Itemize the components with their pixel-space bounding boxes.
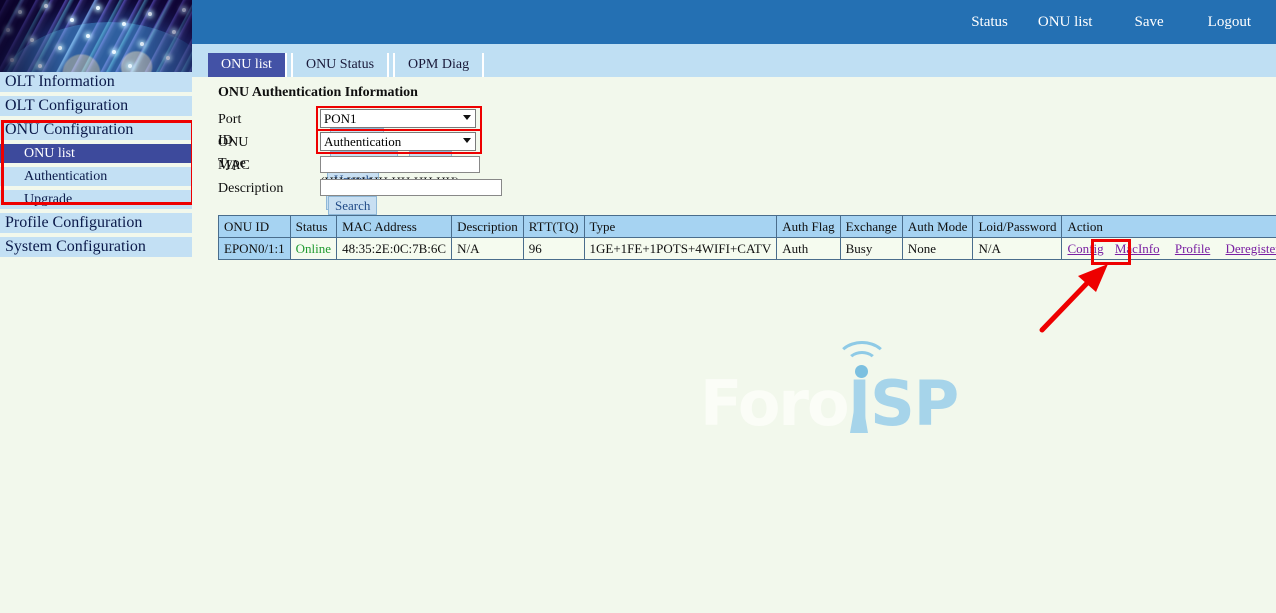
- col-description: Description: [452, 216, 524, 238]
- sidebar-item-olt-information[interactable]: OLT Information: [0, 72, 192, 92]
- wifi-arc-outer-icon: [835, 341, 889, 385]
- sidebar-item-upgrade[interactable]: Upgrade: [0, 190, 192, 209]
- action-config[interactable]: Config: [1067, 241, 1103, 256]
- top-nav: Status ONU list Save Logout: [971, 11, 1276, 33]
- tower-dot-icon: [855, 365, 868, 378]
- onu-type-select[interactable]: Authentication: [320, 132, 476, 151]
- col-exchange: Exchange: [840, 216, 902, 238]
- col-type: Type: [584, 216, 777, 238]
- app-window: Status ONU list Save Logout OLT Informat…: [0, 0, 1276, 613]
- col-status: Status: [290, 216, 336, 238]
- watermark-text-isp: ISP: [848, 367, 958, 440]
- banner-vignette: [0, 0, 192, 72]
- topnav-logout[interactable]: Logout: [1208, 11, 1251, 33]
- tower-shape-icon: [850, 381, 868, 433]
- onu-table-head: ONU ID Status MAC Address Description RT…: [219, 216, 1276, 238]
- col-onu-id: ONU ID: [219, 216, 291, 238]
- tab-onu-list[interactable]: ONU list: [206, 53, 287, 77]
- col-rtt: RTT(TQ): [523, 216, 584, 238]
- col-auth-flag: Auth Flag: [777, 216, 840, 238]
- mac-label: MAC: [218, 155, 250, 176]
- cell-loid-password: N/A: [973, 238, 1062, 260]
- tab-onu-status[interactable]: ONU Status: [291, 53, 389, 77]
- annotation-arrow: [1030, 258, 1120, 338]
- sidebar-nav: OLT Information OLT Configuration ONU Co…: [0, 72, 192, 261]
- page-title: ONU Authentication Information: [218, 85, 418, 101]
- col-mac-address: MAC Address: [337, 216, 452, 238]
- topnav-status[interactable]: Status: [971, 11, 1008, 33]
- table-header-row: ONU ID Status MAC Address Description RT…: [219, 216, 1276, 238]
- mac-input[interactable]: [320, 156, 480, 173]
- cell-auth-mode: None: [902, 238, 973, 260]
- cell-mac-address: 48:35:2E:0C:7B:6C: [337, 238, 452, 260]
- sidebar-item-authentication[interactable]: Authentication: [0, 167, 192, 186]
- description-control-group: Search: [320, 178, 502, 215]
- watermark-text-foro: Foro: [700, 367, 848, 440]
- fiber-globe-banner-image: [0, 0, 192, 72]
- col-auth-mode: Auth Mode: [902, 216, 973, 238]
- sidebar-item-onu-list[interactable]: ONU list: [0, 144, 192, 163]
- main-content: ONU Authentication Information Port ID P…: [192, 77, 1276, 613]
- cell-description: N/A: [452, 238, 524, 260]
- port-id-select-wrap: PON1: [320, 109, 476, 128]
- wifi-arc-inner-icon: [846, 351, 878, 377]
- topnav-save[interactable]: Save: [1134, 11, 1163, 33]
- description-input[interactable]: [320, 179, 502, 196]
- foroisp-watermark: Foro ISP: [700, 355, 970, 433]
- sidebar-item-system-configuration[interactable]: System Configuration: [0, 237, 192, 257]
- sidebar-item-olt-configuration[interactable]: OLT Configuration: [0, 96, 192, 116]
- onu-table: ONU ID Status MAC Address Description RT…: [218, 215, 1276, 260]
- col-action: Action: [1062, 216, 1276, 238]
- onu-type-select-wrap: Authentication: [320, 132, 476, 151]
- cell-type: 1GE+1FE+1POTS+4WIFI+CATV: [584, 238, 777, 260]
- cell-exchange: Busy: [840, 238, 902, 260]
- cell-onu-id: EPON0/1:1: [219, 238, 291, 260]
- topnav-onu-list[interactable]: ONU list: [1038, 11, 1093, 33]
- tab-list: ONU list ONU Status OPM Diag: [206, 53, 484, 77]
- action-deregister[interactable]: Deregister: [1226, 241, 1276, 256]
- cell-rtt: 96: [523, 238, 584, 260]
- onu-table-body: EPON0/1:1 Online 48:35:2E:0C:7B:6C N/A 9…: [219, 238, 1276, 260]
- sidebar-item-profile-configuration[interactable]: Profile Configuration: [0, 213, 192, 233]
- col-loid-password: Loid/Password: [973, 216, 1062, 238]
- description-label: Description: [218, 178, 283, 199]
- action-profile[interactable]: Profile: [1175, 241, 1210, 256]
- tab-strip: ONU list ONU Status OPM Diag: [192, 44, 1276, 77]
- cell-auth-flag: Auth: [777, 238, 840, 260]
- tab-opm-diag[interactable]: OPM Diag: [393, 53, 484, 77]
- sidebar-item-onu-configuration[interactable]: ONU Configuration: [0, 120, 192, 140]
- action-macinfo[interactable]: MacInfo: [1115, 241, 1160, 256]
- description-search-button[interactable]: Search: [328, 196, 377, 215]
- cell-status: Online: [290, 238, 336, 260]
- top-header-bar: Status ONU list Save Logout: [192, 0, 1276, 44]
- port-id-select[interactable]: PON1: [320, 109, 476, 128]
- table-row: EPON0/1:1 Online 48:35:2E:0C:7B:6C N/A 9…: [219, 238, 1276, 260]
- cell-actions: Config MacInfo Profile Deregister Reset …: [1062, 238, 1276, 260]
